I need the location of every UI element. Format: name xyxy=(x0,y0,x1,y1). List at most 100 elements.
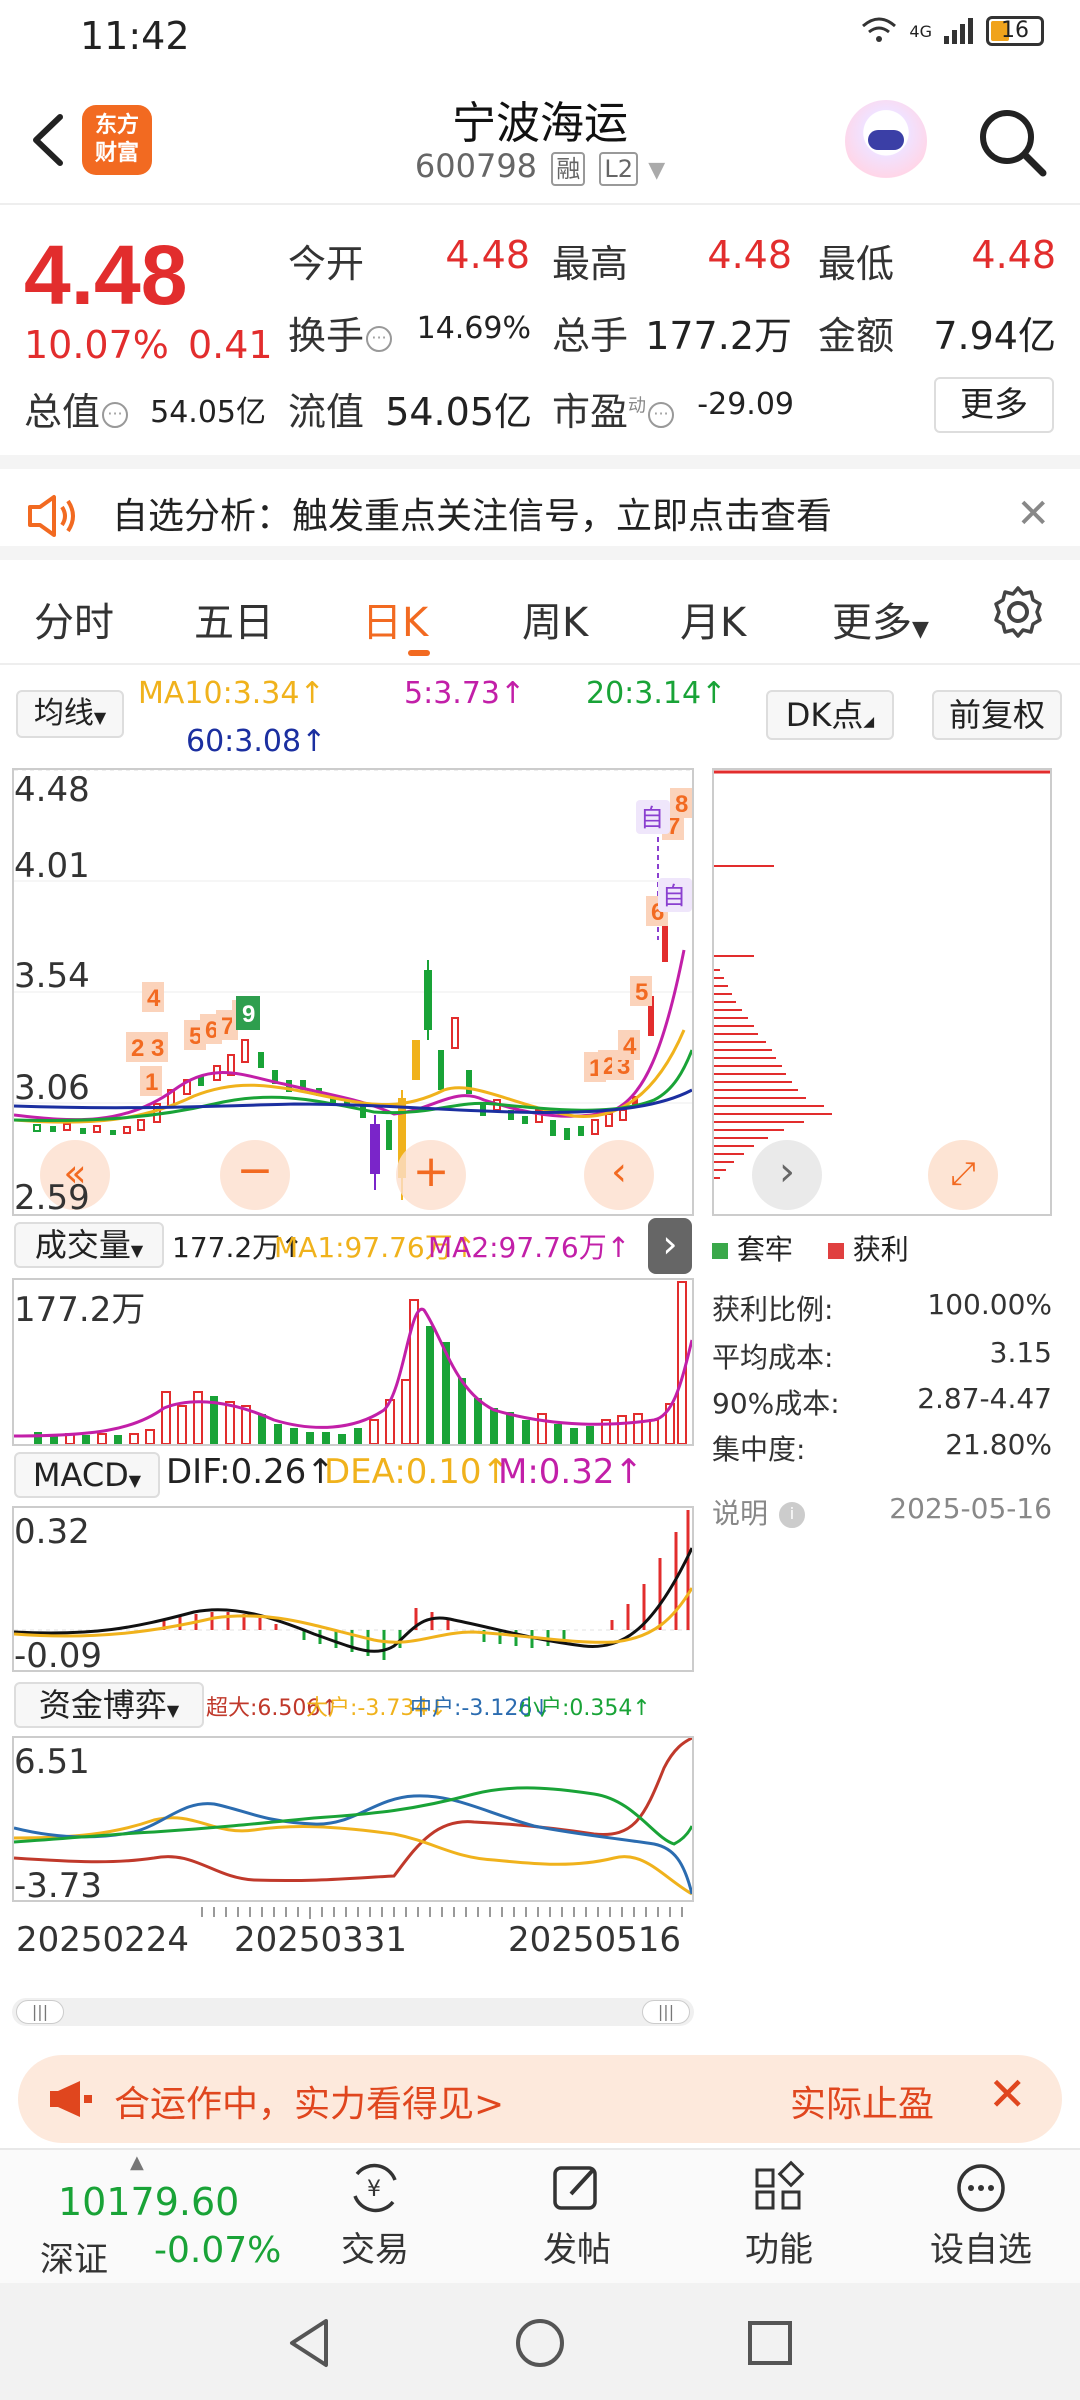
float-label: 流值 xyxy=(288,390,365,434)
search-icon[interactable] xyxy=(975,105,1050,180)
ma10-label: MA10:3.34↑ xyxy=(138,676,325,711)
float-value: 54.05亿 xyxy=(385,390,532,434)
dropdown-triangle-icon: ▼ xyxy=(648,158,666,183)
macd-chart[interactable] xyxy=(12,1506,694,1672)
ma-selector[interactable]: 均线▼ xyxy=(16,690,124,738)
tab-monthly-k[interactable]: 月K xyxy=(680,590,746,648)
info-icon: ··· xyxy=(366,325,393,352)
step-back-icon[interactable]: ‹ xyxy=(584,1140,654,1210)
low-value: 4.48 xyxy=(971,233,1056,277)
tab-five-day[interactable]: 五日 xyxy=(194,590,274,648)
volume-axis-top: 177.2万 xyxy=(14,1290,146,1330)
macd-selector[interactable]: MACD▼ xyxy=(14,1452,160,1498)
tab-intraday[interactable]: 分时 xyxy=(34,590,114,648)
zoom-in-icon[interactable]: + xyxy=(396,1140,466,1210)
turnover-value: 14.69% xyxy=(416,311,531,346)
bottom-bar: ▲ 10179.60 深证 -0.07% ¥ 交易 发帖 功能 设自选 xyxy=(0,2148,1080,2283)
notice-bar[interactable]: 自选分析：触发重点关注信号，立即点击查看 ✕ xyxy=(0,455,1080,560)
status-icons: 4G 16 xyxy=(859,16,1044,46)
svg-text:8: 8 xyxy=(675,791,688,818)
ma20-label: 20:3.14↑ xyxy=(586,676,727,711)
close-icon[interactable]: ✕ xyxy=(988,2067,1027,2121)
chip-stat-row: 获利比例: 100.00% xyxy=(712,1288,1052,1326)
index-value[interactable]: 10179.60 xyxy=(58,2180,239,2224)
grid-icon xyxy=(755,2160,805,2210)
axis-label-top: 4.48 xyxy=(14,770,90,810)
nav-recents-icon[interactable] xyxy=(742,2315,798,2371)
svg-text:4: 4 xyxy=(623,1033,637,1060)
mktcap-label[interactable]: 总值 ··· xyxy=(24,381,130,436)
gear-icon[interactable] xyxy=(990,584,1046,640)
zoom-out-icon[interactable]: − xyxy=(220,1140,290,1210)
chevron-right-icon[interactable]: › xyxy=(752,1140,822,1210)
kline-chart[interactable]: 4 3 2 5 6 7 8 9 1 1 2 3 4 5 6 7 8 自 自 « … xyxy=(12,768,694,1216)
volume-selector[interactable]: 成交量▼ xyxy=(14,1222,164,1268)
pe-label[interactable]: 市盈动 ··· xyxy=(552,381,676,436)
range-handle-left[interactable]: ||| xyxy=(16,2000,64,2024)
turnover-label[interactable]: 换手 ··· xyxy=(288,305,394,360)
nav-home-icon[interactable] xyxy=(512,2315,568,2371)
ma60-label: 60:3.08↑ xyxy=(186,724,327,759)
fund-flow-chart[interactable] xyxy=(12,1736,694,1902)
trapped-label: 套牢 xyxy=(736,1233,793,1266)
adjust-button[interactable]: 前复权 xyxy=(932,690,1062,740)
macd-axis-top: 0.32 xyxy=(14,1512,90,1552)
more-button[interactable]: 更多 xyxy=(934,377,1054,433)
fund-selector[interactable]: 资金博弈▼ xyxy=(14,1682,204,1728)
nav-trade[interactable]: ¥ 交易 xyxy=(310,2160,440,2271)
profit-label: 获利 xyxy=(852,1233,909,1266)
chip-stat-row: 平均成本: 3.15 xyxy=(712,1336,1052,1374)
volume-label: 总手 xyxy=(552,314,629,358)
range-scrollbar[interactable]: ||| ||| xyxy=(12,1998,694,2026)
expand-icon[interactable]: ⤢ xyxy=(928,1140,998,1210)
change-amount: 0.41 xyxy=(188,323,273,367)
chip-stat-row: 90%成本: 2.87-4.47 xyxy=(712,1382,1052,1420)
close-icon[interactable]: ✕ xyxy=(1016,491,1050,537)
macd-m-label: M:0.32↑ xyxy=(498,1452,643,1492)
info-icon: ··· xyxy=(648,401,675,428)
robot-assistant-icon[interactable] xyxy=(845,100,927,182)
nav-add-watchlist[interactable]: 设自选 xyxy=(916,2160,1046,2271)
status-time: 11:42 xyxy=(80,14,190,58)
mktcap-value: 54.05亿 xyxy=(150,395,266,430)
change-percent: 10.07% xyxy=(24,323,169,367)
nav-post[interactable]: 发帖 xyxy=(512,2160,642,2271)
svg-text:¥: ¥ xyxy=(367,2177,381,2202)
trapped-swatch xyxy=(712,1243,728,1259)
tab-weekly-k[interactable]: 周K xyxy=(522,590,588,648)
tab-daily-k[interactable]: 日K xyxy=(362,590,428,648)
svg-text:自: 自 xyxy=(640,805,664,832)
svg-text:9: 9 xyxy=(242,1001,255,1028)
volume-value: 177.2万 xyxy=(645,314,792,358)
amount-label: 金额 xyxy=(818,314,895,358)
expand-panel-chevron-icon[interactable]: › xyxy=(648,1218,692,1274)
nav-back-icon[interactable] xyxy=(282,2315,338,2371)
fund-small-label: 小户:0.354↑ xyxy=(518,1696,651,1721)
dk-point-button[interactable]: DK点◢ xyxy=(766,690,894,740)
svg-text:2: 2 xyxy=(131,1035,144,1062)
signal-icon xyxy=(944,18,973,44)
chip-note-row[interactable]: 说明 i 2025-05-16 xyxy=(712,1492,1052,1532)
chip-legend: 套牢 获利 xyxy=(712,1228,909,1268)
info-icon: ··· xyxy=(102,401,129,428)
status-bar: 11:42 4G 16 xyxy=(0,0,1080,75)
header: 东方 财富 宁波海运 600798 融 L2 ▼ xyxy=(0,75,1080,205)
tab-more[interactable]: 更多▼ xyxy=(832,590,929,648)
high-label: 最高 xyxy=(552,242,629,286)
active-tab-indicator xyxy=(408,650,430,656)
promo-banner[interactable]: 合运作中，实力看得见> 实际止盈 ✕ xyxy=(18,2055,1062,2143)
nav-functions[interactable]: 功能 xyxy=(714,2160,844,2271)
system-navigation xyxy=(0,2283,1080,2400)
caret-up-icon: ▲ xyxy=(130,2152,144,2173)
promo-text: 合运作中，实力看得见> xyxy=(114,2084,505,2125)
speaker-icon xyxy=(28,495,75,537)
range-handle-right[interactable]: ||| xyxy=(642,2000,690,2024)
svg-text:3: 3 xyxy=(151,1035,164,1062)
svg-text:自: 自 xyxy=(662,883,686,910)
chip-distribution-chart[interactable]: › ⤢ xyxy=(712,768,1052,1216)
edit-icon xyxy=(553,2166,597,2210)
fund-axis-top: 6.51 xyxy=(14,1742,90,1782)
kline-svg: 4 3 2 5 6 7 8 9 1 1 2 3 4 5 6 7 8 自 自 xyxy=(13,769,694,1200)
volume-ma2-label: MA2:97.76万↑ xyxy=(428,1231,631,1264)
level2-tag: L2 xyxy=(599,152,639,186)
